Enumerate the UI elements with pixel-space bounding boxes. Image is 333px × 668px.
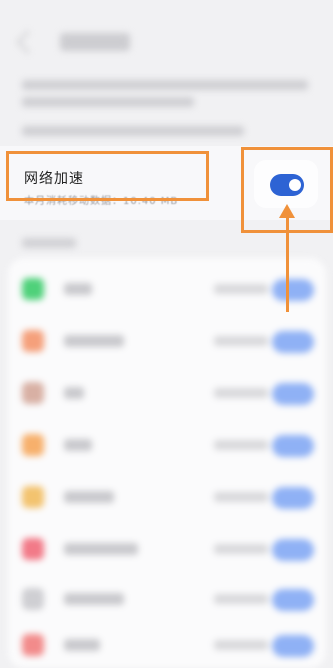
description-line bbox=[22, 126, 244, 136]
app-toggle[interactable] bbox=[272, 589, 314, 611]
app-icon bbox=[22, 434, 44, 456]
app-icon bbox=[22, 330, 44, 352]
app-toggle[interactable] bbox=[272, 435, 314, 457]
section-label bbox=[22, 238, 76, 248]
list-item[interactable] bbox=[8, 626, 326, 666]
app-data-usage bbox=[214, 284, 268, 294]
description-line bbox=[22, 97, 194, 107]
arrow-shaft bbox=[286, 214, 289, 312]
list-item[interactable] bbox=[8, 322, 326, 362]
app-name bbox=[64, 387, 84, 399]
blurred-background bbox=[0, 0, 333, 668]
app-data-usage bbox=[214, 492, 268, 502]
back-arrow-icon[interactable] bbox=[16, 30, 40, 54]
app-data-usage bbox=[214, 440, 268, 450]
list-item[interactable] bbox=[8, 580, 326, 620]
app-toggle[interactable] bbox=[272, 487, 314, 509]
app-toggle[interactable] bbox=[272, 331, 314, 353]
app-data-usage bbox=[214, 594, 268, 604]
page-title-placeholder bbox=[60, 33, 130, 51]
app-data-usage bbox=[214, 544, 268, 554]
app-icon bbox=[22, 588, 44, 610]
app-data-usage bbox=[214, 336, 268, 346]
app-name bbox=[64, 593, 124, 605]
app-toggle[interactable] bbox=[272, 635, 314, 657]
highlight-box-title bbox=[6, 151, 209, 201]
app-name bbox=[64, 283, 92, 295]
app-name bbox=[64, 439, 92, 451]
list-item[interactable] bbox=[8, 426, 326, 466]
app-icon bbox=[22, 538, 44, 560]
app-icon bbox=[22, 634, 44, 656]
app-icon bbox=[22, 486, 44, 508]
list-item[interactable] bbox=[8, 270, 326, 310]
app-name bbox=[64, 491, 114, 503]
app-toggle[interactable] bbox=[272, 279, 314, 301]
app-icon bbox=[22, 278, 44, 300]
list-item[interactable] bbox=[8, 530, 326, 570]
app-icon bbox=[22, 382, 44, 404]
app-name bbox=[64, 639, 100, 651]
app-name bbox=[64, 543, 138, 555]
app-data-usage bbox=[214, 388, 268, 398]
description-line bbox=[22, 80, 308, 90]
app-name bbox=[64, 335, 124, 347]
app-data-usage bbox=[214, 640, 268, 650]
app-toggle[interactable] bbox=[272, 383, 314, 405]
list-item[interactable] bbox=[8, 478, 326, 518]
list-item[interactable] bbox=[8, 374, 326, 414]
app-toggle[interactable] bbox=[272, 539, 314, 561]
app-list bbox=[8, 258, 326, 668]
